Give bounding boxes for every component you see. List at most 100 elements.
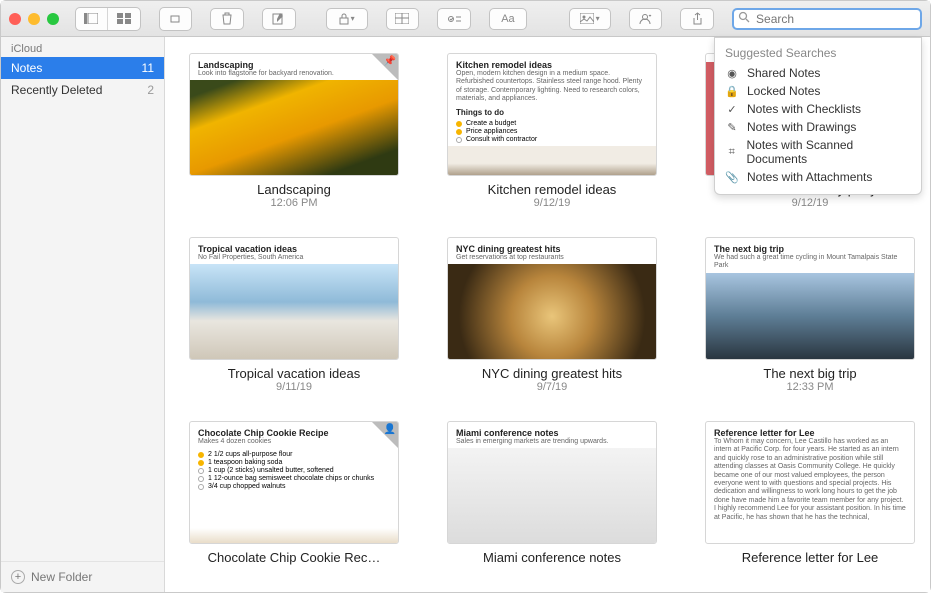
thumb-subtitle: To Whom it may concern, Lee Castillo has…	[714, 438, 906, 522]
note-card[interactable]: NYC dining greatest hitsGet reservations…	[447, 237, 657, 393]
delete-button[interactable]	[210, 8, 244, 30]
collaborate-button[interactable]	[629, 8, 663, 30]
note-title: Reference letter for Lee	[742, 550, 879, 565]
checklist-label: Price appliances	[466, 128, 517, 135]
note-thumbnail: Kitchen remodel ideasOpen, modern kitche…	[447, 53, 657, 176]
search-container	[732, 8, 922, 30]
note-thumbnail: The next big tripWe had such a great tim…	[705, 237, 915, 360]
sidebar-item-notes[interactable]: Notes 11	[1, 57, 164, 79]
search-input[interactable]	[732, 8, 922, 30]
suggested-item[interactable]: ✎Notes with Drawings	[715, 118, 921, 136]
new-folder-button[interactable]: + New Folder	[1, 561, 164, 592]
thumb-title: Landscaping	[198, 60, 390, 70]
suggested-item-label: Locked Notes	[747, 84, 820, 98]
checklist-label: 3/4 cup chopped walnuts	[208, 483, 285, 490]
note-card[interactable]: Chocolate Chip Cookie RecipeMakes 4 doze…	[189, 421, 399, 565]
note-card[interactable]: Reference letter for LeeTo Whom it may c…	[705, 421, 915, 565]
note-date: 9/11/19	[276, 381, 312, 393]
format-button[interactable]: Aa	[489, 8, 527, 30]
checklist-bullet	[456, 137, 462, 143]
checklist-bullet	[456, 129, 462, 135]
checklist-label: 2 1/2 cups all-purpose flour	[208, 451, 292, 458]
thumb-image	[190, 80, 398, 175]
sidebar-item-label: Notes	[11, 61, 42, 75]
thumb-title: NYC dining greatest hits	[456, 244, 648, 254]
thumb-title: Reference letter for Lee	[714, 428, 906, 438]
suggested-item-label: Notes with Checklists	[747, 102, 861, 116]
note-card[interactable]: The next big trip We had such a great tim…	[705, 237, 915, 393]
attachments-button[interactable]	[160, 8, 192, 30]
thumb-subtitle: No Fail Properties, South America	[198, 254, 390, 262]
note-thumbnail: Miami conference notesSales in emerging …	[447, 421, 657, 544]
checklist-bullet	[198, 476, 204, 482]
thumb-subtitle: Makes 4 dozen cookies	[198, 438, 390, 446]
person-icon: 👤	[384, 424, 396, 435]
thumb-image	[448, 146, 656, 175]
checklist-label: 1 teaspoon baking soda	[208, 459, 282, 466]
new-folder-label: New Folder	[31, 570, 92, 584]
checklist-bullet	[198, 468, 204, 474]
minimize-window-button[interactable]	[28, 13, 40, 25]
thumb-image	[448, 448, 656, 543]
suggested-item[interactable]: 🔒Locked Notes	[715, 82, 921, 100]
checklist-bullet	[198, 484, 204, 490]
checklist-button[interactable]	[437, 8, 471, 30]
suggested-item[interactable]: 📎Notes with Attachments	[715, 168, 921, 186]
sidebar: iCloud Notes 11 Recently Deleted 2 + New…	[1, 37, 165, 592]
suggested-item-label: Notes with Drawings	[747, 120, 856, 134]
suggested-searches-popover: Suggested Searches ◉Shared Notes🔒Locked …	[714, 37, 922, 195]
checklist-label: Create a budget	[466, 120, 516, 127]
lock-button[interactable]: ▾	[326, 8, 368, 30]
suggested-item[interactable]: ⌗Notes with Scanned Documents	[715, 136, 921, 168]
shared-badge: 👤	[372, 422, 398, 448]
pin-badge: 📌	[372, 54, 398, 80]
note-card[interactable]: Kitchen remodel ideasOpen, modern kitche…	[447, 53, 657, 209]
thumb-subtitle: Open, modern kitchen design in a medium …	[456, 70, 648, 104]
thumb-checklist: Create a budgetPrice appliancesConsult w…	[448, 117, 656, 146]
thumb-checklist: 2 1/2 cups all-purpose flour1 teaspoon b…	[190, 448, 398, 493]
checklist-bullet	[456, 121, 462, 127]
note-title: The next big trip	[763, 366, 856, 381]
thumb-image	[448, 264, 656, 359]
note-date: 9/12/19	[792, 197, 829, 209]
note-title: Chocolate Chip Cookie Rec…	[208, 550, 381, 565]
suggested-header: Suggested Searches	[715, 44, 921, 64]
list-view-button[interactable]	[76, 8, 108, 30]
note-card[interactable]: Tropical vacation ideasNo Fail Propertie…	[189, 237, 399, 393]
note-title: NYC dining greatest hits	[482, 366, 622, 381]
note-card[interactable]: Miami conference notesSales in emerging …	[447, 421, 657, 565]
new-note-button[interactable]	[262, 8, 296, 30]
sidebar-item-deleted[interactable]: Recently Deleted 2	[1, 79, 164, 101]
thumb-image	[190, 493, 398, 543]
note-title: Landscaping	[257, 182, 331, 197]
thumb-title: Tropical vacation ideas	[198, 244, 390, 254]
note-date: 12:06 PM	[270, 197, 317, 209]
sidebar-item-label: Recently Deleted	[11, 83, 102, 97]
sidebar-item-count: 2	[147, 83, 154, 97]
suggested-item-label: Shared Notes	[747, 66, 820, 80]
media-button[interactable]: ▾	[569, 8, 611, 30]
thumb-subtitle: Get reservations at top restaurants	[456, 254, 648, 262]
share-button[interactable]	[680, 8, 714, 30]
thumb-checklist-header: Things to do	[448, 106, 656, 118]
note-title: Miami conference notes	[483, 550, 621, 565]
checklist-label: 1 12-ounce bag semisweet chocolate chips…	[208, 475, 374, 482]
suggested-item-label: Notes with Scanned Documents	[746, 138, 911, 166]
thumb-image	[190, 264, 398, 359]
suggested-item[interactable]: ◉Shared Notes	[715, 64, 921, 82]
suggested-item-icon: ✓	[725, 103, 739, 116]
note-thumbnail: Chocolate Chip Cookie RecipeMakes 4 doze…	[189, 421, 399, 544]
gallery-view-button[interactable]	[108, 8, 140, 30]
note-card[interactable]: LandscapingLook into flagstone for backy…	[189, 53, 399, 209]
note-date: 9/12/19	[534, 197, 571, 209]
suggested-item[interactable]: ✓ Notes with Checklists	[715, 100, 921, 118]
search-icon	[738, 11, 750, 23]
thumb-subtitle: We had such a great time cycling in Moun…	[714, 254, 906, 271]
fullscreen-window-button[interactable]	[47, 13, 59, 25]
note-date: 12:33 PM	[786, 381, 833, 393]
table-button[interactable]	[386, 8, 420, 30]
note-thumbnail: Reference letter for LeeTo Whom it may c…	[705, 421, 915, 544]
close-window-button[interactable]	[9, 13, 21, 25]
thumb-subtitle: Look into flagstone for backyard renovat…	[198, 70, 390, 78]
note-thumbnail: Tropical vacation ideasNo Fail Propertie…	[189, 237, 399, 360]
